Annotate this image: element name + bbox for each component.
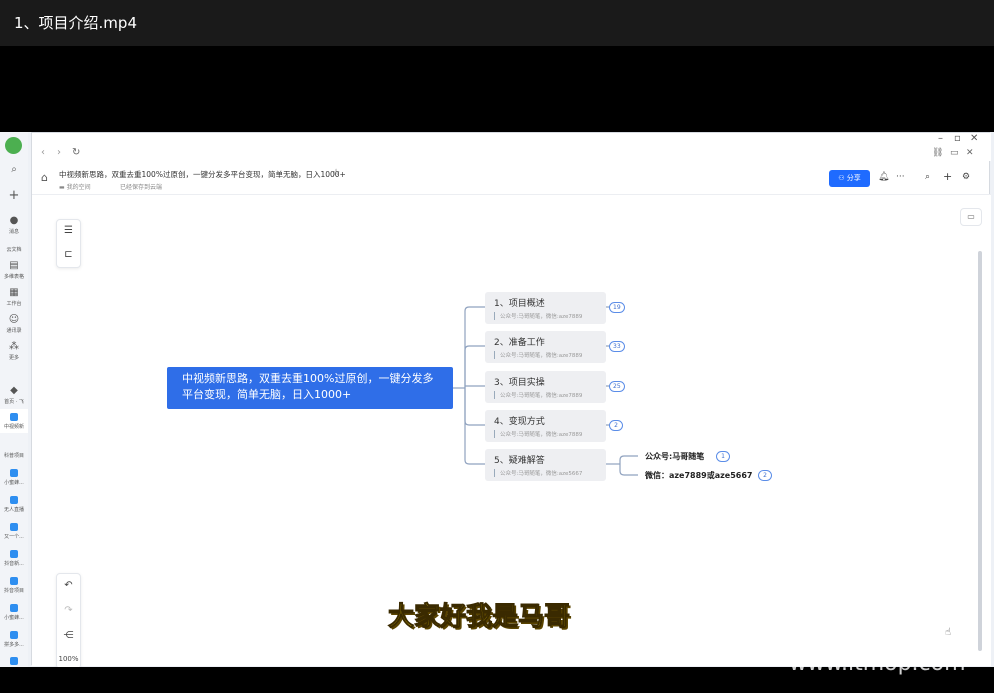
document-title[interactable]: 中视频新思路，双重去重100%过原创，一键分发多平台变现，简单无脑，日入1000…: [59, 169, 346, 180]
back-icon[interactable]: ‹: [41, 147, 45, 158]
doc-icon: [10, 657, 18, 665]
refresh-icon[interactable]: ↻: [72, 147, 80, 158]
node-title: 3、项目实操: [494, 378, 545, 388]
search-icon[interactable]: ⌕: [925, 172, 930, 182]
node-note: 公众号:马哥随笔，微信:aze5667: [494, 469, 582, 477]
sidebar-item-current-doc[interactable]: 中视频新: [0, 423, 28, 430]
sidebar-item-doc-4[interactable]: 无人直播: [0, 506, 28, 513]
document-window: ‹ › ↻ – ▫ ✕ ⛓ ▭ ✕ ⌂ 中视频新思路，双重去重100%过原创，一…: [31, 132, 991, 667]
sidebar-item-doc-3[interactable]: 小蜜蜂...: [0, 479, 28, 486]
connector: [619, 464, 638, 476]
link-icon[interactable]: ⛓: [932, 148, 943, 158]
mindmap-node[interactable]: 1、项目概述 公众号:马哥随笔，微信:aze7889: [485, 292, 606, 324]
doc-icon: [10, 523, 18, 531]
sidebar-item-docs[interactable]: 云文档: [0, 246, 28, 253]
node-note: 公众号:马哥随笔，微信:aze7889: [494, 430, 582, 438]
maximize-icon[interactable]: ▫: [954, 133, 961, 144]
video-frame: ⌕ + ● 消息 云文档 ▤ 多维表格 ▦ 工作台 ☺ 通讯录 ⁂ 更多 ◆ 首…: [0, 132, 994, 667]
close-tab-icon[interactable]: ✕: [966, 148, 974, 158]
connector: [464, 306, 485, 388]
bell-icon[interactable]: 🔔︎: [878, 172, 889, 182]
sidebar-item-base[interactable]: 多维表格: [0, 273, 28, 280]
doc-icon: [10, 413, 18, 421]
mindmap-leaf[interactable]: 微信：aze7889或aze5667: [645, 470, 753, 481]
sidebar-item-doc-5[interactable]: 又一个...: [0, 533, 28, 540]
mindmap-node[interactable]: 2、准备工作 公众号:马哥随笔，微信:aze7889: [485, 331, 606, 363]
window-chrome: ‹ › ↻ – ▫ ✕ ⛓ ▭ ✕: [32, 133, 991, 161]
sidebar-item-doc-2[interactable]: 科普项目: [0, 452, 28, 459]
doc-icon: [10, 604, 18, 612]
add-icon[interactable]: +: [5, 188, 23, 204]
watermark: www.itmop.com: [789, 651, 966, 676]
collapse-count-badge[interactable]: 33: [609, 341, 625, 352]
doc-icon: [10, 496, 18, 504]
sidebar-item-messages[interactable]: 消息: [0, 228, 28, 235]
connector: [464, 388, 485, 426]
minimize-icon[interactable]: –: [938, 133, 943, 144]
star-icon[interactable]: ☆: [332, 168, 340, 178]
mindmap-leaf[interactable]: 公众号:马哥随笔: [645, 451, 704, 462]
node-title: 5、疑难解答: [494, 456, 545, 466]
mindmap-node[interactable]: 4、变现方式 公众号:马哥随笔，微信:aze7889: [485, 410, 606, 442]
sidebar-item-doc-7[interactable]: 抖音项目: [0, 587, 28, 594]
mindmap-node[interactable]: 3、项目实操 公众号:马哥随笔，微信:aze7889: [485, 371, 606, 403]
node-title: 1、项目概述: [494, 299, 545, 309]
home-icon[interactable]: ⌂: [41, 171, 48, 184]
node-title: 4、变现方式: [494, 417, 545, 427]
window-icon[interactable]: ▭: [950, 148, 959, 158]
doc-icon: [10, 550, 18, 558]
connector: [464, 345, 485, 388]
node-note: 公众号:马哥随笔，微信:aze7889: [494, 351, 582, 359]
node-title: 2、准备工作: [494, 338, 545, 348]
player-title-bar: 1、项目介绍.mp4: [0, 0, 994, 46]
mindmap-root-node[interactable]: 中视频新思路，双重去重100%过原创，一键分发多平台变现，简单无脑，日入1000…: [167, 367, 453, 409]
doc-icon: [10, 469, 18, 477]
sidebar-item-home[interactable]: 首页 · 飞: [0, 398, 28, 405]
video-player: 1、项目介绍.mp4 ⌕ + ● 消息 云文档 ▤ 多维表格 ▦ 工作台 ☺ 通…: [0, 0, 994, 693]
share-label: 分享: [846, 174, 861, 182]
video-subtitle: 大家好我是马哥: [387, 602, 571, 633]
mindmap-node[interactable]: 5、疑难解答 公众号:马哥随笔，微信:aze5667: [485, 449, 606, 481]
more-icon[interactable]: ···: [896, 172, 905, 182]
doc-icon: [10, 577, 18, 585]
sidebar-item-workplace[interactable]: 工作台: [0, 300, 28, 307]
sidebar-item-contacts[interactable]: 通讯录: [0, 327, 28, 334]
breadcrumb-space[interactable]: 我的空间: [67, 184, 91, 191]
connector: [464, 388, 485, 465]
app-sidebar: ⌕ + ● 消息 云文档 ▤ 多维表格 ▦ 工作台 ☺ 通讯录 ⁂ 更多 ◆ 首…: [0, 132, 28, 667]
avatar[interactable]: [5, 137, 22, 154]
doc-icon: [10, 631, 18, 639]
video-title: 1、项目介绍.mp4: [14, 14, 137, 32]
node-note: 公众号:马哥随笔，微信:aze7889: [494, 391, 582, 399]
connector: [619, 455, 638, 464]
add-icon[interactable]: +: [943, 170, 952, 183]
sidebar-item-doc-8[interactable]: 小蜜蜂...: [0, 614, 28, 621]
sidebar-item-more[interactable]: 更多: [0, 354, 28, 361]
collapse-count-badge[interactable]: 2: [758, 470, 772, 481]
gear-icon[interactable]: ⚙: [962, 172, 970, 182]
collapse-count-badge[interactable]: 25: [609, 381, 625, 392]
search-icon[interactable]: ⌕: [5, 164, 23, 180]
sidebar-item-doc-9[interactable]: 拼多多...: [0, 641, 28, 648]
save-status: 已经保存到云端: [120, 184, 163, 191]
collapse-count-badge[interactable]: 1: [716, 451, 730, 462]
node-note: 公众号:马哥随笔，微信:aze7889: [494, 312, 582, 320]
breadcrumb[interactable]: ▬ 我的空间: [59, 182, 91, 191]
document-header: ⌂ 中视频新思路，双重去重100%过原创，一键分发多平台变现，简单无脑，日入10…: [32, 163, 991, 195]
collapse-count-badge[interactable]: 19: [609, 302, 625, 313]
collapse-count-badge[interactable]: 2: [609, 420, 623, 431]
share-button[interactable]: ⚇ 分享: [829, 170, 870, 187]
forward-icon[interactable]: ›: [57, 147, 61, 158]
close-icon[interactable]: ✕: [970, 133, 978, 144]
sidebar-item-doc-6[interactable]: 抖音新...: [0, 560, 28, 567]
